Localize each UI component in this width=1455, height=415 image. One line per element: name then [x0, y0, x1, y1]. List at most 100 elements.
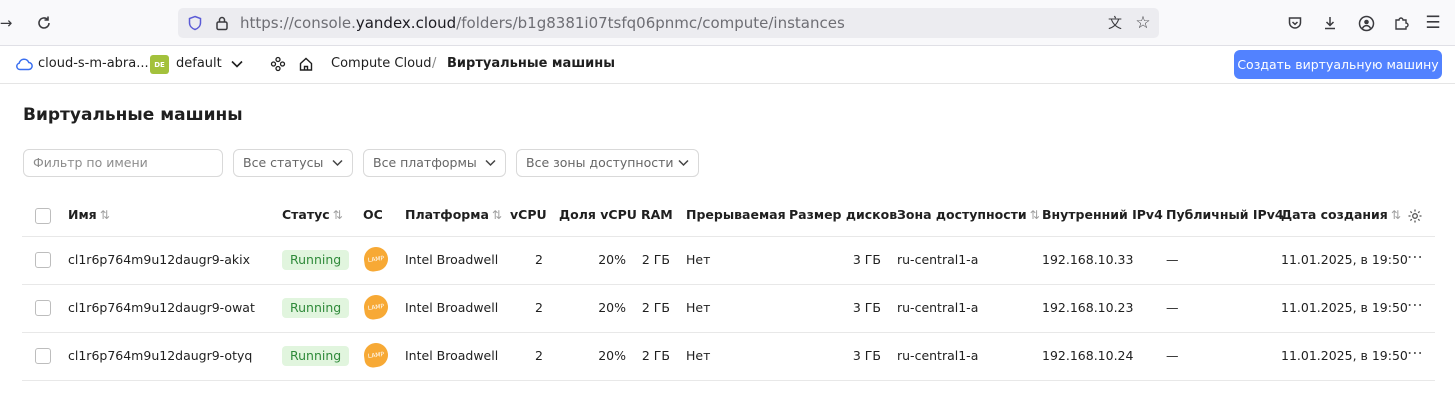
account-icon[interactable] — [1354, 11, 1378, 35]
status-filter-value: Все статусы — [243, 155, 324, 170]
folder-badge: DE — [150, 55, 169, 74]
sort-icon[interactable]: ⇅ — [1391, 208, 1401, 222]
divider — [22, 284, 1435, 285]
column-public-ip: Публичный IPv4 — [1166, 207, 1284, 222]
chevron-down-icon — [485, 150, 496, 186]
url-domain: yandex.cloud — [355, 14, 457, 32]
sort-icon[interactable]: ⇅ — [333, 208, 343, 222]
vcpu-cell: 2 — [535, 348, 543, 363]
vcpu-share-cell: 20% — [598, 300, 626, 315]
preemptible-cell: Нет — [686, 252, 711, 267]
lamp-os-icon: LAMP — [362, 245, 390, 273]
platform-filter-value: Все платформы — [373, 155, 477, 170]
lamp-os-icon: LAMP — [362, 293, 390, 321]
bookmark-star-icon[interactable]: ☆ — [1131, 11, 1155, 35]
folder-selector[interactable]: default — [176, 46, 222, 82]
column-disk-size: Размер дисков — [789, 207, 898, 222]
vcpu-cell: 2 — [535, 300, 543, 315]
row-actions-more-icon[interactable]: ⋯ — [1407, 343, 1424, 362]
name-filter-placeholder: Фильтр по имени — [33, 155, 148, 170]
zone-filter-value: Все зоны доступности — [526, 155, 674, 170]
created-cell: 11.01.2025, в 19:50 — [1281, 348, 1408, 363]
row-actions-more-icon[interactable]: ⋯ — [1407, 295, 1424, 314]
column-os: ОС — [363, 207, 383, 222]
ram-cell: 2 ГБ — [641, 300, 670, 315]
translate-icon[interactable]: 文 — [1103, 11, 1127, 35]
name-filter-input[interactable]: Фильтр по имени — [23, 149, 223, 177]
breadcrumb-separator: / — [432, 56, 437, 71]
browser-toolbar: → https://console.yandex.cloud/folders/b… — [0, 0, 1455, 46]
status-badge: Running — [282, 346, 350, 366]
cloud-icon — [12, 52, 36, 76]
column-ram: RAM — [641, 207, 673, 222]
column-status[interactable]: Статус ⇅ — [282, 207, 343, 222]
reload-icon[interactable] — [32, 11, 56, 35]
page-title: Виртуальные машины — [23, 105, 243, 125]
row-actions-more-icon[interactable]: ⋯ — [1407, 247, 1424, 266]
home-icon[interactable] — [294, 52, 318, 76]
chevron-down-icon — [678, 150, 689, 186]
lock-icon[interactable] — [210, 11, 234, 35]
tracking-shield-icon[interactable] — [183, 11, 207, 35]
zone-cell: ru-central1-a — [897, 252, 979, 267]
created-cell: 11.01.2025, в 19:50 — [1281, 252, 1408, 267]
preemptible-cell: Нет — [686, 300, 711, 315]
table-settings-gear-icon[interactable] — [1403, 204, 1427, 228]
status-filter-select[interactable]: Все статусы — [233, 149, 353, 177]
sort-icon[interactable]: ⇅ — [492, 208, 502, 222]
column-vcpu: vCPU — [510, 207, 547, 222]
column-internal-ip: Внутренний IPv4 — [1042, 207, 1163, 222]
public-ip-cell: — — [1166, 252, 1179, 267]
address-bar[interactable]: https://console.yandex.cloud/folders/b1g… — [178, 8, 1159, 38]
chevron-down-icon[interactable] — [225, 52, 249, 76]
disk-size-cell: 3 ГБ — [852, 300, 881, 315]
status-badge: Running — [282, 250, 350, 270]
ram-cell: 2 ГБ — [641, 348, 670, 363]
public-ip-cell: — — [1166, 348, 1179, 363]
create-vm-button[interactable]: Создать виртуальную машину — [1234, 50, 1442, 79]
lamp-os-icon: LAMP — [362, 341, 390, 369]
chevron-down-icon — [332, 150, 343, 186]
vm-name-link[interactable]: cl1r6p764m9u12daugr9-akix — [68, 252, 250, 267]
internal-ip-cell: 192.168.10.33 — [1042, 252, 1134, 267]
sort-icon[interactable]: ⇅ — [1030, 208, 1040, 222]
zone-filter-select[interactable]: Все зоны доступности — [516, 149, 699, 177]
divider — [22, 236, 1435, 237]
zone-cell: ru-central1-a — [897, 300, 979, 315]
disk-size-cell: 3 ГБ — [852, 252, 881, 267]
sort-icon[interactable]: ⇅ — [100, 208, 110, 222]
column-vcpu-share: Доля vCPU — [559, 207, 637, 222]
url-path: /folders/b1g8381i07tsfq06pnmc/compute/in… — [456, 14, 845, 32]
column-platform[interactable]: Платформа ⇅ — [405, 207, 502, 222]
divider — [22, 332, 1435, 333]
platform-cell: Intel Broadwell — [405, 300, 499, 315]
breadcrumb-service[interactable]: Compute Cloud — [331, 46, 432, 82]
ram-cell: 2 ГБ — [641, 252, 670, 267]
select-all-checkbox[interactable] — [35, 208, 51, 224]
extensions-icon[interactable] — [1389, 11, 1413, 35]
vm-name-link[interactable]: cl1r6p764m9u12daugr9-otyq — [68, 348, 252, 363]
status-badge: Running — [282, 298, 350, 318]
column-name[interactable]: Имя ⇅ — [68, 207, 110, 222]
internal-ip-cell: 192.168.10.24 — [1042, 348, 1134, 363]
services-icon[interactable] — [266, 52, 290, 76]
column-zone[interactable]: Зона доступности ⇅ — [897, 207, 1040, 222]
app-header: cloud-s-m-abra... DE default Compute Clo… — [0, 46, 1455, 84]
created-cell: 11.01.2025, в 19:50 — [1281, 300, 1408, 315]
cloud-selector[interactable]: cloud-s-m-abra... — [38, 46, 149, 82]
platform-filter-select[interactable]: Все платформы — [363, 149, 506, 177]
pocket-icon[interactable] — [1283, 11, 1307, 35]
column-created[interactable]: Дата создания ⇅ — [1281, 207, 1401, 222]
preemptible-cell: Нет — [686, 348, 711, 363]
forward-icon[interactable]: → — [0, 11, 18, 35]
row-checkbox[interactable] — [35, 348, 51, 364]
menu-icon[interactable]: ☰ — [1421, 11, 1445, 35]
vcpu-share-cell: 20% — [598, 348, 626, 363]
vcpu-share-cell: 20% — [598, 252, 626, 267]
row-checkbox[interactable] — [35, 300, 51, 316]
vm-name-link[interactable]: cl1r6p764m9u12daugr9-owat — [68, 300, 255, 315]
downloads-icon[interactable] — [1318, 11, 1342, 35]
column-preemptible: Прерываемая — [686, 207, 786, 222]
zone-cell: ru-central1-a — [897, 348, 979, 363]
row-checkbox[interactable] — [35, 252, 51, 268]
